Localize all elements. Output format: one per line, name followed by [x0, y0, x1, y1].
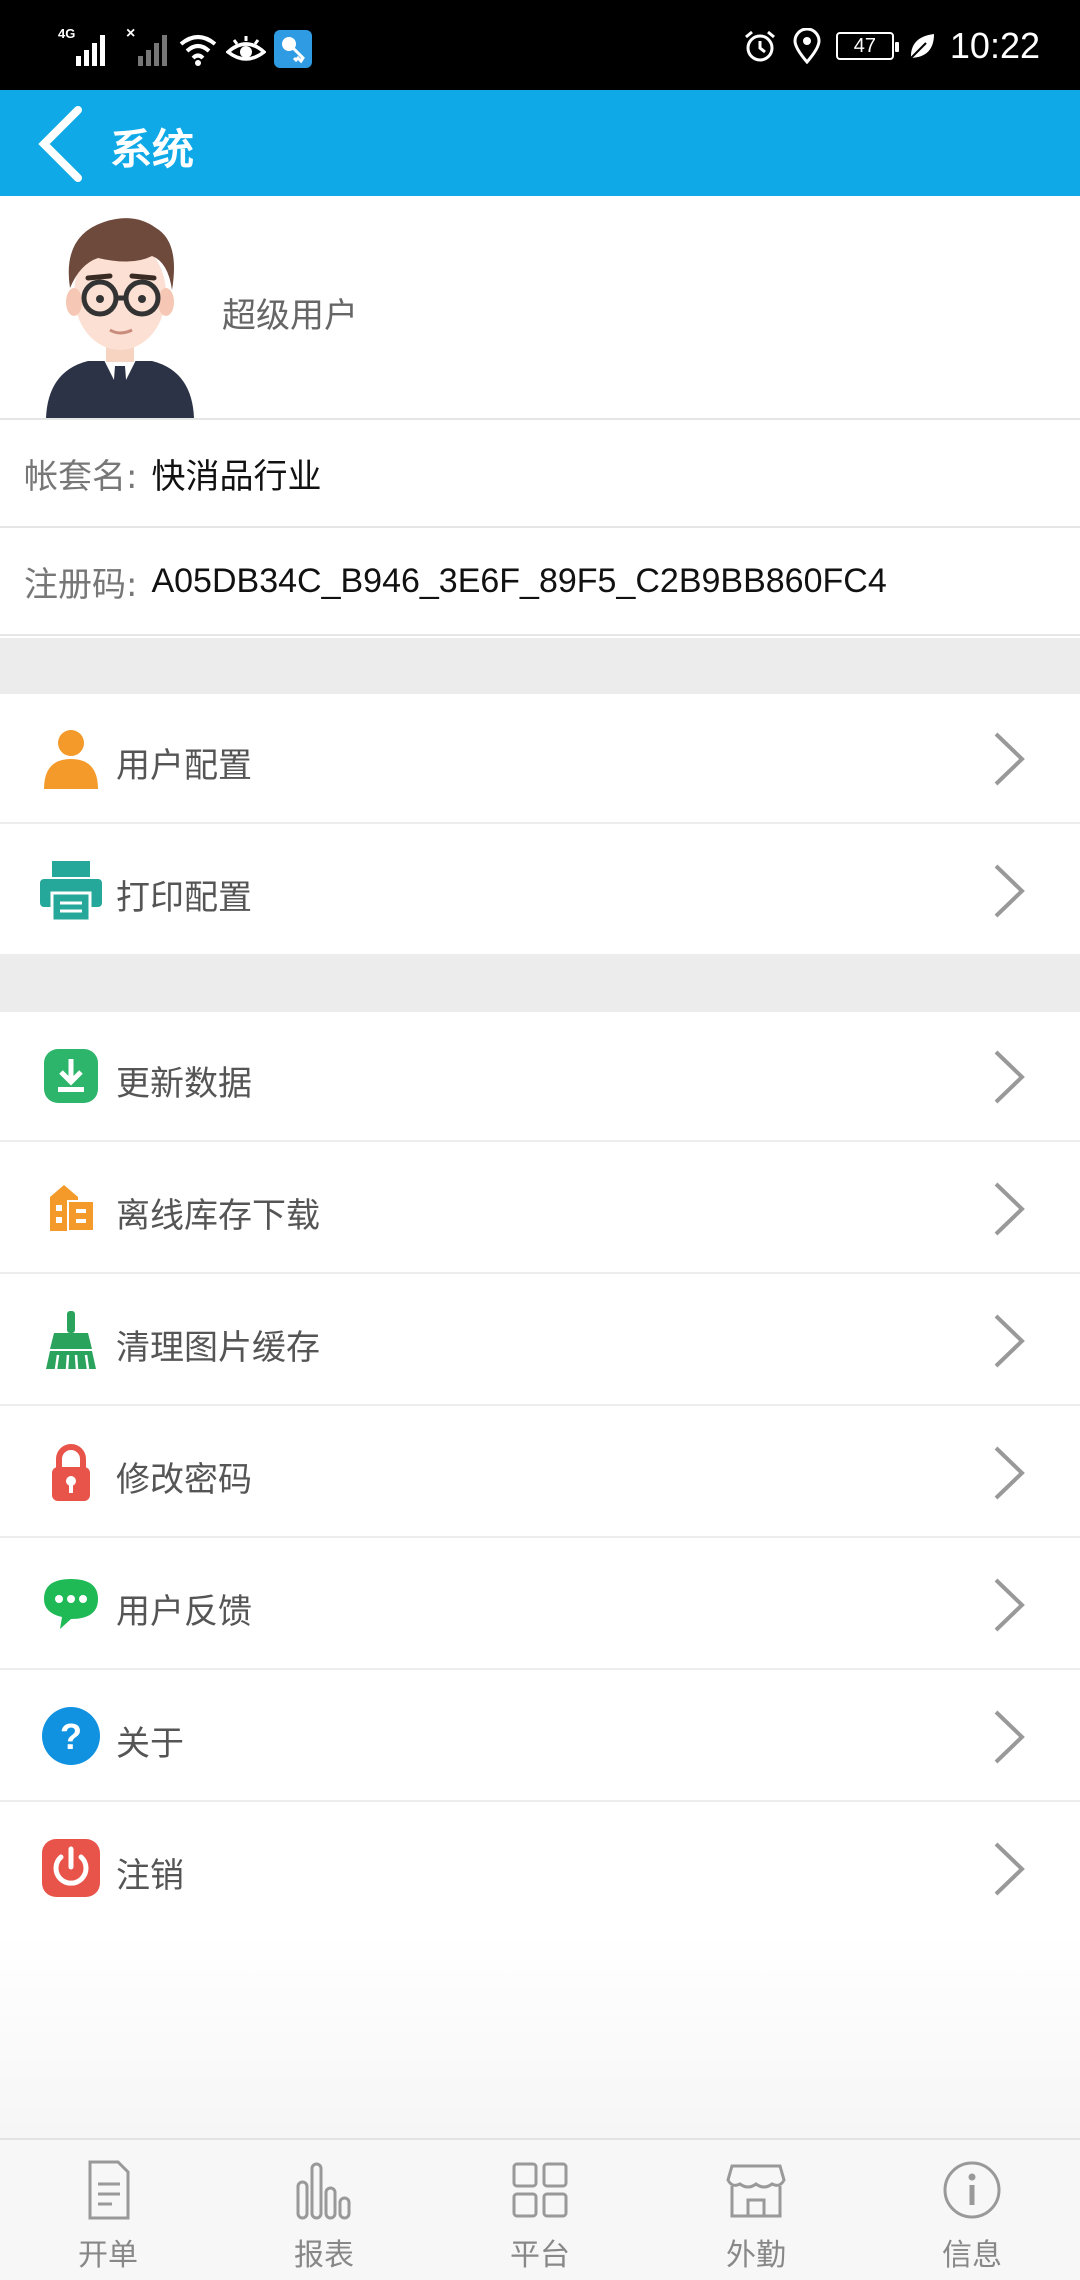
menu-item-print-config[interactable]: 打印配置 [0, 826, 1080, 956]
lock-icon [52, 1444, 90, 1501]
menu-item-label: 清理图片缓存 [116, 1328, 320, 1368]
chevron-right-icon [994, 1182, 1025, 1236]
menu-item-label: 关于 [116, 1724, 184, 1764]
menu-item-label: 用户配置 [116, 746, 252, 786]
chevron-left-icon [38, 106, 82, 182]
tab-label: 报表 [294, 2238, 354, 2273]
menu-item-update-data[interactable]: 更新数据 [0, 1012, 1080, 1142]
menu-item-clear-image-cache[interactable]: 清理图片缓存 [0, 1276, 1080, 1406]
chevron-right-icon [994, 732, 1025, 786]
signal-no-service-icon: × [126, 25, 167, 66]
profile-section: 超级用户 [0, 196, 1080, 420]
svg-text:4G: 4G [58, 26, 75, 41]
tab-platform[interactable]: 平台 [432, 2140, 648, 2280]
tab-field-work[interactable]: 外勤 [648, 2140, 864, 2280]
section-divider [0, 956, 1080, 1012]
download-icon [44, 1049, 98, 1103]
chat-icon [44, 1579, 98, 1629]
grid-icon [512, 2162, 568, 2218]
back-button[interactable] [34, 102, 94, 186]
warehouse-icon [50, 1185, 95, 1232]
status-right-icons: 47 10:22 [742, 20, 1040, 72]
chevron-right-icon [994, 1050, 1025, 1104]
battery-indicator: 47 [835, 32, 899, 60]
menu-item-label: 离线库存下载 [116, 1196, 320, 1236]
menu-item-label: 注销 [116, 1856, 184, 1896]
wifi-icon [179, 35, 217, 66]
menu-item-offline-stock-download[interactable]: 离线库存下载 [0, 1144, 1080, 1274]
tab-reports[interactable]: 报表 [216, 2140, 432, 2280]
chevron-right-icon [994, 1710, 1025, 1764]
document-icon [88, 2160, 130, 2220]
registration-code-label: 注册码: [24, 564, 138, 605]
section-divider [0, 638, 1080, 694]
registration-code-value: A05DB34C_B946_3E6F_89F5_C2B9BB860FC4 [151, 561, 887, 600]
status-bar: 4G × 47 10:22 [0, 0, 1080, 90]
avatar [46, 218, 194, 418]
menu-item-about[interactable]: ? 关于 [0, 1672, 1080, 1802]
chevron-right-icon [994, 864, 1025, 918]
chevron-right-icon [994, 1446, 1025, 1500]
bar-chart-icon [296, 2162, 351, 2220]
tab-label: 信息 [942, 2238, 1002, 2273]
menu-item-user-feedback[interactable]: 用户反馈 [0, 1540, 1080, 1670]
bottom-tab-bar: 开单 报表 平台 外勤 信息 [0, 2138, 1080, 2280]
registration-code-row: 注册码: A05DB34C_B946_3E6F_89F5_C2B9BB860FC… [0, 528, 1080, 636]
clock: 10:22 [949, 25, 1040, 66]
store-icon [726, 2164, 786, 2218]
menu-item-logout[interactable]: 注销 [0, 1804, 1080, 1934]
user-name: 超级用户 [222, 296, 358, 336]
status-left-icons: 4G × [58, 24, 312, 68]
chevron-right-icon [994, 1842, 1025, 1896]
account-set-value: 快消品行业 [151, 457, 322, 496]
app-notification-icon [274, 30, 312, 68]
empty-area [0, 1934, 1080, 2138]
broom-icon [46, 1311, 96, 1370]
tab-label: 平台 [510, 2238, 570, 2273]
account-set-row: 帐套名: 快消品行业 [0, 420, 1080, 528]
svg-text:?: ? [60, 1716, 82, 1757]
app-header: 系统 [0, 90, 1080, 196]
svg-text:×: × [126, 25, 135, 42]
location-icon [793, 28, 821, 64]
chevron-right-icon [994, 1578, 1025, 1632]
tab-label: 外勤 [726, 2238, 786, 2273]
alarm-icon [744, 30, 775, 62]
info-icon [943, 2161, 1001, 2219]
account-set-label: 帐套名: [24, 456, 138, 497]
question-icon: ? [42, 1707, 100, 1765]
chevron-right-icon [994, 1314, 1025, 1368]
menu-item-user-config[interactable]: 用户配置 [0, 694, 1080, 824]
menu-item-label: 更新数据 [116, 1064, 252, 1104]
tab-label: 开单 [78, 2238, 138, 2273]
signal-4g-icon: 4G [58, 26, 105, 66]
printer-icon [40, 861, 102, 921]
menu-item-label: 用户反馈 [116, 1592, 252, 1632]
power-icon [42, 1839, 100, 1897]
page-title: 系统 [110, 125, 195, 174]
menu-item-change-password[interactable]: 修改密码 [0, 1408, 1080, 1538]
menu-item-label: 修改密码 [116, 1460, 252, 1500]
leaf-icon [910, 34, 934, 59]
tab-order[interactable]: 开单 [0, 2140, 216, 2280]
user-icon [44, 730, 98, 789]
menu-item-label: 打印配置 [116, 878, 252, 918]
eye-icon [226, 36, 266, 61]
tab-info[interactable]: 信息 [864, 2140, 1080, 2280]
